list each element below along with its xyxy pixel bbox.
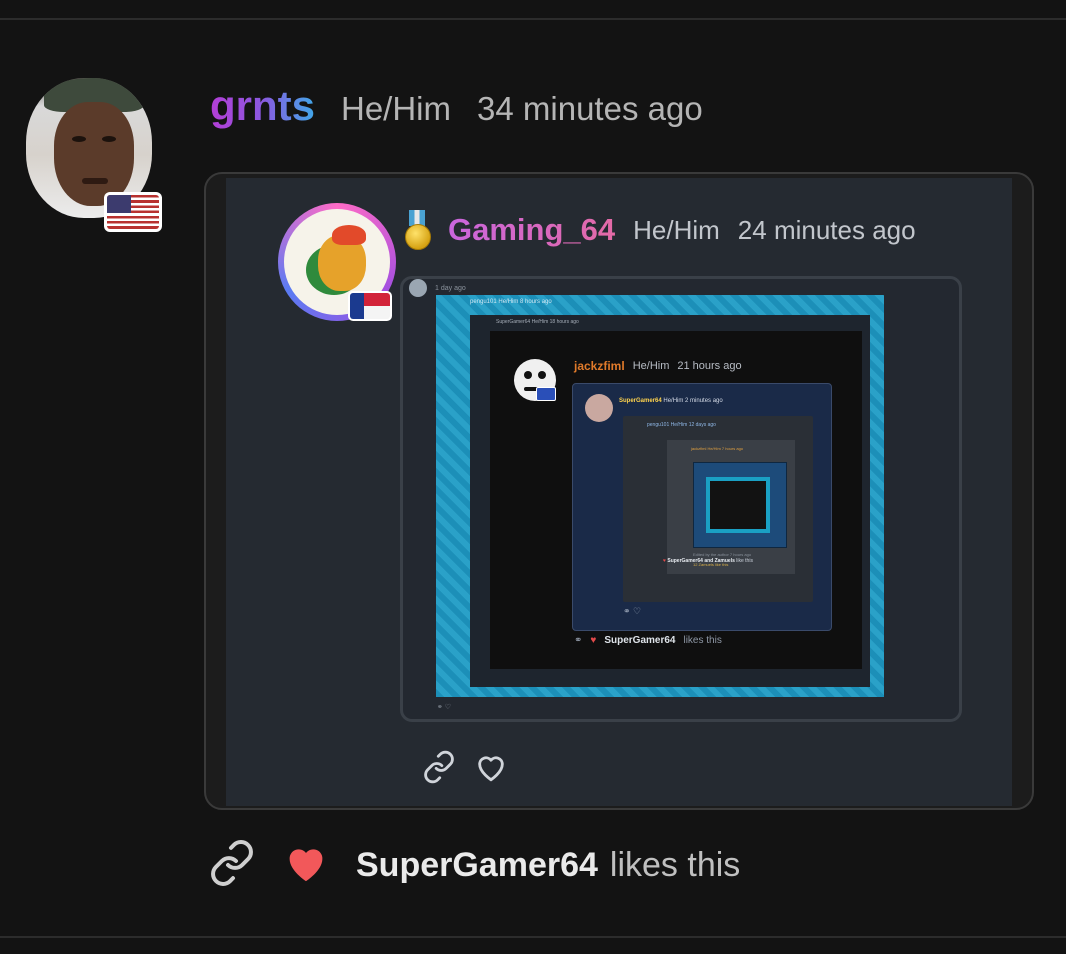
reply-actions: [422, 750, 508, 784]
reply-timestamp[interactable]: 24 minutes ago: [738, 215, 916, 246]
jackz-header: jackzfiml He/Him 21 hours ago: [574, 359, 742, 373]
likes-text: likes this: [609, 845, 741, 884]
link-icon[interactable]: [422, 750, 456, 784]
jackz-likes-name: SuperGamer64: [604, 635, 676, 646]
reply-pronouns: He/Him: [633, 214, 720, 245]
nested-mid: jackzfiml He/Him 7 hours ago Edited by t…: [667, 440, 795, 574]
mini-avatar: [409, 279, 427, 297]
nested-gray: pengu101 He/Him 12 days ago jackzfiml He…: [623, 416, 813, 602]
gray-header: pengu101 He/Him 12 days ago: [647, 422, 716, 428]
nested-tiny: [693, 462, 787, 548]
eye-left: [72, 136, 86, 142]
nested-level2-name: SuperGamer64: [496, 319, 531, 325]
nested-embed[interactable]: 1 day ago pengu101 He/Him 8 hours ago Su…: [400, 276, 962, 722]
nested-navy: SuperGamer64 He/Him 2 minutes ago pengu1…: [572, 383, 832, 631]
sg-header: SuperGamer64 He/Him 2 minutes ago: [619, 398, 723, 404]
jackz-pronouns: He/Him: [632, 360, 670, 372]
north-carolina-flag-icon: [348, 291, 392, 321]
nested-level2-header: SuperGamer64 He/Him 18 hours ago: [496, 319, 579, 325]
sg-name: SuperGamer64: [619, 398, 662, 404]
mid-header: jackzfiml He/Him 7 hours ago: [691, 446, 744, 451]
jackz-flag-icon: [536, 387, 556, 401]
link-icon[interactable]: [208, 839, 256, 892]
us-flag-icon: [104, 192, 162, 232]
nested-level1-name: pengu101: [470, 299, 497, 305]
post-timestamp[interactable]: 34 minutes ago: [477, 85, 703, 133]
nested-level1: pengu101 He/Him 8 hours ago SuperGamer64…: [436, 295, 884, 697]
eye-right: [102, 136, 116, 142]
gray-likes-names: SuperGamer64 and Zamuels: [667, 558, 735, 564]
gray-likes-text: like this: [736, 558, 753, 564]
top-divider: [0, 18, 1066, 20]
navy-action-icons: ⚭ ♡: [623, 606, 642, 616]
nested-level3: jackzfiml He/Him 21 hours ago SuperGamer…: [490, 331, 862, 669]
mouth-shape: [82, 178, 108, 184]
bottom-divider: [0, 936, 1066, 938]
nested-level2: SuperGamer64 He/Him 18 hours ago jackzfi…: [470, 315, 870, 687]
jackz-likes-text: likes this: [683, 635, 722, 646]
heart-icon: ♥: [590, 635, 597, 646]
post-likes-row: SuperGamer64 likes this: [208, 839, 741, 892]
jackz-time: 21 hours ago: [677, 360, 742, 372]
mid-foot: Edited by the author 7 hours ago: [693, 552, 752, 557]
jackz-likes-row: ⚭ ♥ SuperGamer64 likes this: [574, 635, 722, 646]
reply-username[interactable]: Gaming_64: [448, 212, 615, 248]
reply-header: Gaming_64 He/Him 24 minutes ago: [404, 208, 916, 252]
nested-level1-header: pengu101 He/Him 8 hours ago: [470, 299, 552, 305]
nested-top-time: 1 day ago: [435, 284, 466, 292]
medal-icon: [404, 210, 431, 250]
quoted-post-inner: Gaming_64 He/Him 24 minutes ago 1 day ag…: [226, 178, 1012, 806]
sg-avatar: [585, 394, 613, 422]
post-header: grnts He/Him 34 minutes ago: [210, 82, 703, 130]
nested-level1-meta: He/Him 8 hours ago: [498, 299, 552, 305]
post-username[interactable]: grnts: [210, 82, 315, 130]
nested-footer-icons: ⚭ ♡: [437, 704, 452, 711]
nested-level2-meta: He/Him 18 hours ago: [531, 319, 579, 325]
heart-icon[interactable]: [284, 843, 328, 888]
post-pronouns: He/Him: [341, 90, 452, 127]
quoted-post-card[interactable]: Gaming_64 He/Him 24 minutes ago 1 day ag…: [204, 172, 1034, 810]
link-icon: ⚭: [574, 635, 583, 646]
heart-outline-icon[interactable]: [474, 751, 508, 783]
face-shape: [54, 102, 134, 206]
heart-icon: ♥: [663, 558, 666, 564]
jackz-username: jackzfiml: [574, 359, 625, 373]
gray-likes: ♥ SuperGamer64 and Zamuels like this: [663, 558, 753, 564]
nested-topline: 1 day ago: [409, 279, 466, 297]
likes-username[interactable]: SuperGamer64: [356, 846, 598, 885]
sg-meta: He/Him 2 minutes ago: [663, 398, 723, 404]
